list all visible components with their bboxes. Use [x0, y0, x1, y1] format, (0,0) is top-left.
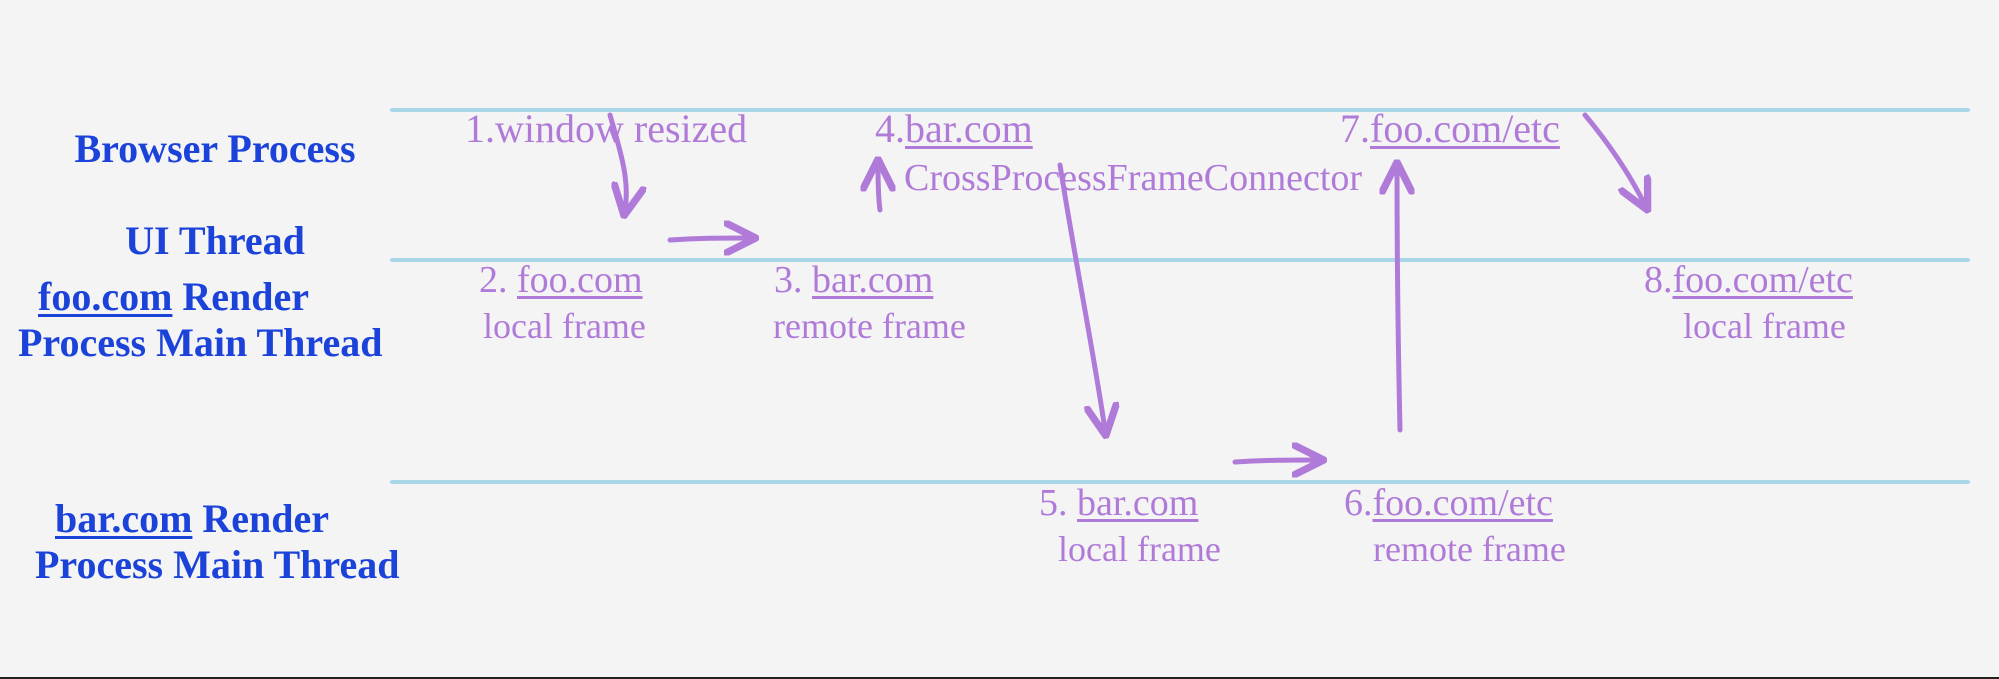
lane-label-foo-l2: Process Main Thread: [18, 320, 382, 365]
step-5-sub: local frame: [1040, 488, 1221, 571]
step-3-sub: remote frame: [755, 265, 966, 348]
arrow-2-3: [670, 238, 750, 240]
step-7-link: foo.com/etc: [1370, 106, 1560, 151]
step-1: 1.window resized: [445, 60, 747, 152]
step-4-sub: CrossProcessFrameConnector: [885, 113, 1362, 200]
step-7-num: 7.: [1340, 106, 1370, 151]
arrow-3-4: [878, 165, 880, 210]
arrow-4-5: [1060, 165, 1105, 430]
step-8-sub: local frame: [1665, 265, 1846, 348]
lane-label-foo: foo.com RenderProcess Main Thread: [18, 228, 382, 366]
arrow-5-6: [1235, 460, 1318, 462]
lane-label-bar-suffix: Render: [192, 496, 329, 541]
lane-label-foo-suffix: Render: [172, 274, 309, 319]
step-1-text: window resized: [495, 106, 747, 151]
arrow-7-8: [1585, 115, 1645, 205]
step-7: 7.foo.com/etc: [1320, 60, 1560, 152]
lane-label-bar-link: bar.com: [55, 496, 192, 541]
lane-label-browser-l1: Browser Process: [74, 126, 355, 171]
lane-label-bar-l2: Process Main Thread: [35, 542, 399, 587]
lane-label-bar: bar.com RenderProcess Main Thread: [35, 450, 399, 588]
step-1-num: 1.: [465, 106, 495, 151]
arrow-6-7: [1397, 168, 1400, 430]
step-6-sub: remote frame: [1355, 488, 1566, 571]
lane-label-foo-link: foo.com: [38, 274, 172, 319]
step-2-sub: local frame: [465, 265, 646, 348]
